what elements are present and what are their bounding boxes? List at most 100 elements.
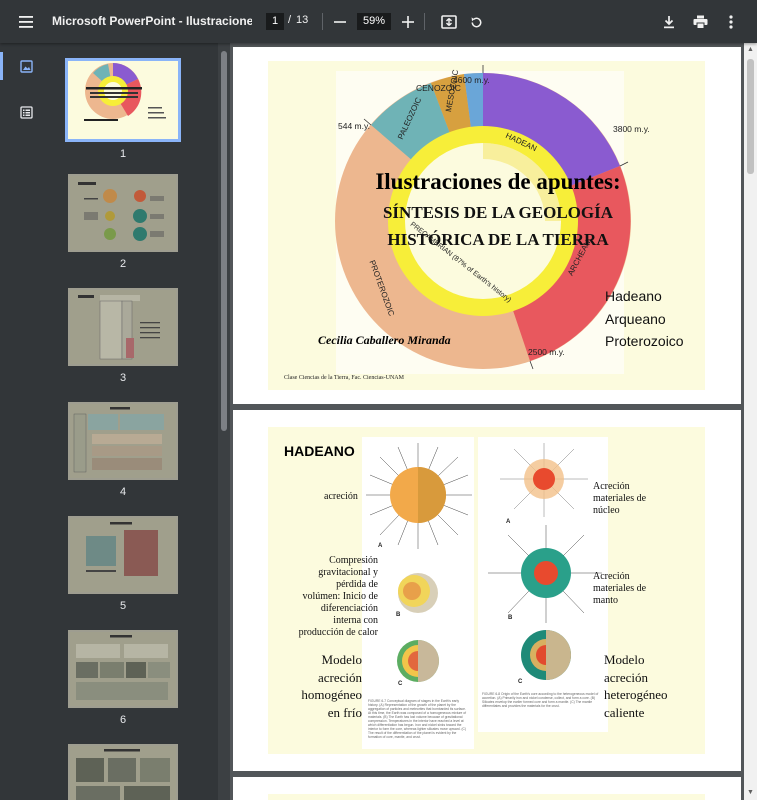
thumbnail-image [68,402,178,480]
document-scrollbar[interactable]: ▲ ▼ [744,43,757,800]
thumbnail-image [68,516,178,594]
text-line: caliente [604,704,645,720]
text-line: Acreción [593,481,630,492]
figure-heterogeneous-model: A B C FIGURE 6-8 Origin of the Earth's c… [478,437,608,732]
active-indicator [0,52,3,80]
thumbnails-view-button[interactable] [12,52,40,80]
text-line: Modelo [604,652,645,667]
download-icon [664,16,674,29]
thumbnail-number: 4 [119,486,127,498]
thumbnail-page-7[interactable] [68,744,178,800]
figure-label-c: C [518,679,523,685]
eon-list-item: Proterozoico [605,333,684,349]
plus-icon [402,16,414,28]
label-modelo-homogeneo: Modelo acreción homogéneo en frío [288,651,362,721]
zoom-out-button[interactable] [324,6,356,38]
label-acrecion-manto: Acreción materiales de manto [593,571,646,607]
zoom-in-button[interactable] [392,6,424,38]
figure-caption-right: FIGURE 6-8 Origin of the Earth's core ac… [482,692,599,708]
thumbnail-scrollbar[interactable] [218,43,230,800]
slide-2: HADEANO A B C FIGURE 6-7 Conceptual diag… [268,427,705,754]
rotate-icon [471,16,481,27]
label-modelo-heterogeneo: Modelo acreción heterogéneo caliente [604,651,668,721]
minus-icon [334,21,346,23]
print-button[interactable] [684,6,716,38]
thumbnail-number: 2 [119,258,127,270]
thumbnail-page-6[interactable]: 6 [68,630,178,726]
toolbar-divider [424,13,425,30]
more-options-button[interactable] [715,6,747,38]
figure-label-b: B [396,612,401,618]
thumbnail-image [68,174,178,252]
eon-list: Hadeano Arqueano Proterozoico [605,285,684,353]
eon-list-item: Hadeano [605,288,662,304]
scroll-up-arrow-icon[interactable]: ▲ [746,46,755,54]
slide-subtitle: SÍNTESIS DE LA GEOLOGÍA HISTÓRICA DE LA … [368,199,628,253]
label-compresion: Compresión gravitacional y pérdida de vo… [278,555,378,639]
scroll-down-arrow-icon[interactable]: ▼ [746,789,755,797]
text-line: gravitacional y [318,567,378,578]
text-line: interna con [333,615,378,626]
text-line: diferenciación [320,603,378,614]
rotate-button[interactable] [460,6,492,38]
figure-caption-left: FIGURE 6-7 Conceptual diagram of stages … [368,699,467,739]
fit-page-icon [441,15,457,29]
text-line: materiales de [593,493,647,504]
text-line: núcleo [593,505,620,516]
thumbnail-image [65,58,181,142]
text-line: Acreción [593,571,630,582]
figure-label-a: A [378,543,383,549]
outline-icon [19,105,33,119]
menu-icon[interactable] [10,6,42,38]
text-line: materiales de [593,583,647,594]
thumbnail-page-3[interactable]: 3 [68,288,178,384]
document-scrollbar-thumb[interactable] [747,59,754,174]
figure-label-b: B [508,615,513,621]
thumbnail-number: 6 [119,714,127,726]
page-number-input[interactable] [266,13,284,30]
slide-1: CENOZOIC 4600 m.y. 544 m.y. 3800 m.y. 25… [268,61,705,390]
era-label-2500: 2500 m.y. [528,347,565,357]
text-line: manto [593,595,618,606]
thumbnail-page-1[interactable]: 1 [65,58,181,160]
text-line: producción de calor [298,627,378,638]
thumbnails-icon [19,59,33,73]
thumbnail-page-2[interactable]: 2 [68,174,178,270]
figure-homogeneous-model: A B C FIGURE 6-7 Conceptual diagram of s… [362,437,474,749]
sidebar-rail [0,43,48,800]
thumbnail-image [68,288,178,366]
text-line: acreción [317,669,362,685]
zoom-input[interactable] [357,13,391,30]
era-label-3800: 3800 m.y. [613,124,650,134]
more-vert-icon [729,15,733,29]
print-icon [693,15,707,29]
thumbnail-scrollbar-thumb[interactable] [221,51,227,431]
download-button[interactable] [653,6,685,38]
slide-footer: Clase Ciencias de la Tierra, Fac. Cienci… [284,375,404,381]
text-line: pérdida de [336,579,378,590]
thumbnail-panel: 1 2 3 4 5 6 [48,43,218,800]
slide-title: Ilustraciones de apuntes: [375,169,621,194]
page-total: 13 [296,14,309,26]
pdf-page-1: CENOZOIC 4600 m.y. 544 m.y. 3800 m.y. 25… [233,47,741,404]
page-separator: / [288,14,292,26]
label-acrecion-nucleo: Acreción materiales de núcleo [593,481,646,517]
eon-list-item: Arqueano [605,310,666,327]
document-title: Microsoft PowerPoint - IlustracionesGg..… [52,14,252,28]
thumbnail-number: 3 [119,372,127,384]
thumbnail-page-5[interactable]: 5 [68,516,178,612]
era-label-544: 544 m.y. [338,121,370,131]
text-line: heterogéneo [604,687,668,702]
text-line: en frío [327,704,362,720]
text-line: Modelo [321,652,362,667]
pdf-toolbar: Microsoft PowerPoint - IlustracionesGg..… [0,0,757,43]
slide-heading: HADEANO [284,443,355,459]
label-acrecion: acreción [324,491,358,502]
slide-author: Cecilia Caballero Miranda [318,333,451,347]
toolbar-divider [322,13,323,30]
thumbnail-page-4[interactable]: 4 [68,402,178,498]
thumbnail-image [68,744,178,800]
outline-view-button[interactable] [12,98,40,126]
thumbnail-number: 5 [119,600,127,612]
text-line: homogéneo [301,687,362,702]
